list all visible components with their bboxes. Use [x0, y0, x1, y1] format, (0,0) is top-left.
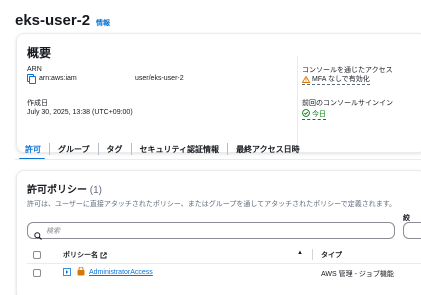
managed-policy-icon [77, 266, 85, 276]
column-type[interactable]: タイプ [321, 250, 342, 260]
summary-title: 概要 [27, 46, 52, 60]
tabs-divider [15, 159, 421, 160]
last-signin-label: 前回のコンソールサインイン [302, 100, 393, 107]
info-link[interactable]: 情報 [96, 18, 110, 28]
success-icon [302, 109, 310, 119]
arn-row: arn:aws:iam [27, 74, 77, 84]
arn-suffix: user/eks-user-2 [135, 75, 184, 82]
last-signin-value: 今日 [312, 111, 326, 118]
console-access-value: MFA なしで有効化 [312, 76, 370, 83]
policies-title: 許可ポリシー (1) [27, 181, 102, 196]
column-policy-name-label: ポリシー名 [63, 252, 98, 259]
select-all-checkbox[interactable] [33, 251, 41, 259]
policies-title-text: 許可ポリシー [27, 185, 87, 196]
search-input[interactable]: 検索 [27, 222, 395, 240]
tab-last-accessed[interactable]: 最終アクセス日時 [228, 140, 308, 158]
tab-permissions[interactable]: 許可 [15, 140, 49, 160]
page-header: eks-user-2 情報 [15, 12, 110, 29]
row-checkbox[interactable] [33, 269, 41, 277]
tab-groups[interactable]: グループ [50, 140, 98, 158]
permissions-policies-card: 許可ポリシー (1) 許可は、ユーザーに直接アタッチされたポリシー、またはグルー… [16, 170, 421, 295]
sort-ascending-icon[interactable]: ▲ [297, 250, 303, 256]
copy-icon[interactable] [27, 74, 36, 84]
tab-security-credentials[interactable]: セキュリティ認証情報 [132, 140, 228, 158]
page-title: eks-user-2 [15, 12, 91, 29]
search-icon [34, 227, 42, 240]
external-link-icon [100, 251, 107, 259]
policies-count: (1) [89, 185, 103, 196]
policy-name-link[interactable]: AdministratorAccess [89, 269, 153, 276]
search-placeholder: 検索 [46, 227, 60, 235]
expand-icon[interactable] [63, 268, 71, 276]
summary-divider [297, 56, 298, 144]
console-access-status[interactable]: MFA なしで有効化 [302, 74, 370, 85]
arn-label: ARN [27, 66, 42, 73]
arn-prefix: arn:aws:iam [39, 74, 77, 82]
summary-card: 概要 ARN arn:aws:iam user/eks-user-2 作成日 J… [16, 33, 421, 153]
tab-bar: 許可 グループ タグ セキュリティ認証情報 最終アクセス日時 [15, 140, 308, 160]
table-header: ポリシー名 ▲ タイプ [27, 247, 421, 263]
policies-description: 許可は、ユーザーに直接アタッチされたポリシー、またはグループを通してアタッチされ… [27, 201, 397, 208]
policy-type: AWS 管理 - ジョブ機能 [321, 271, 394, 278]
tab-tags[interactable]: タグ [99, 140, 131, 158]
created-label: 作成日 [27, 100, 48, 107]
column-policy-name[interactable]: ポリシー名 [63, 250, 107, 260]
last-signin-status[interactable]: 今日 [302, 109, 326, 120]
table-row: AdministratorAccess AWS 管理 - ジョブ機能 [27, 264, 421, 282]
warning-icon [302, 75, 310, 83]
created-value: July 30, 2025, 13:38 (UTC+09:00) [27, 109, 133, 116]
column-separator [312, 249, 313, 260]
filter-select[interactable] [403, 222, 421, 239]
